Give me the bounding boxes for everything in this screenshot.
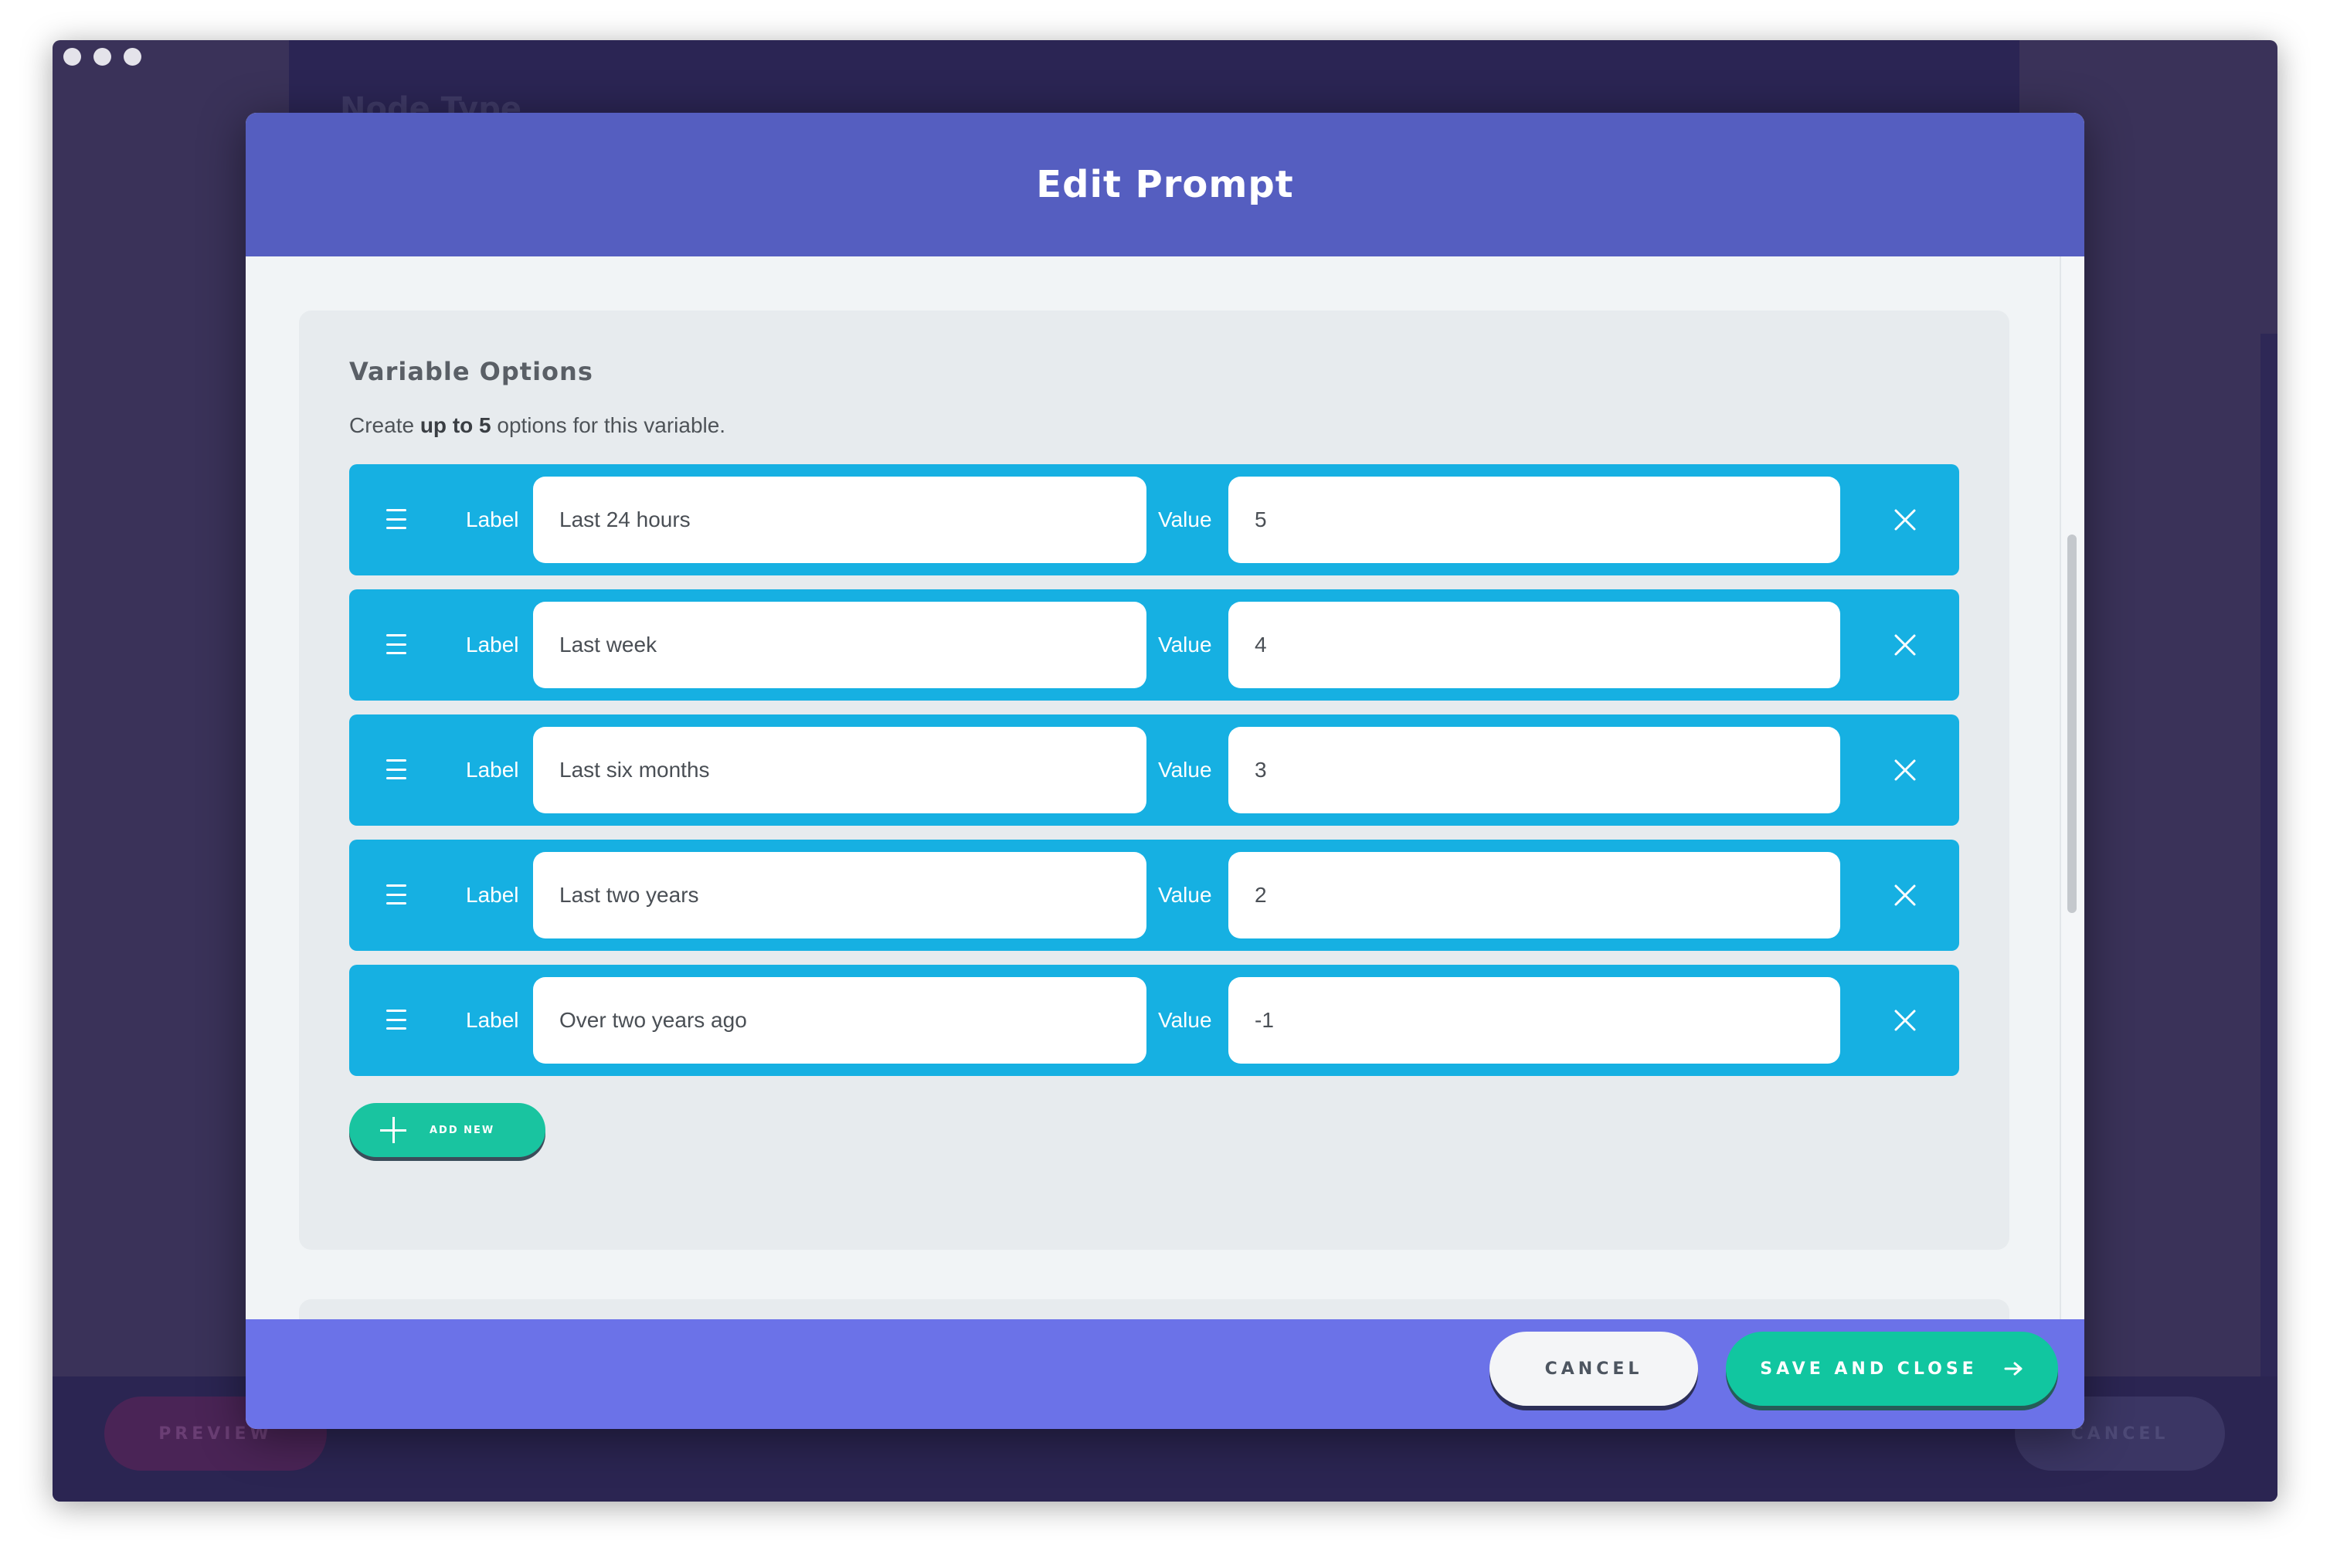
- drag-handle-icon[interactable]: [386, 1010, 406, 1030]
- background-side-strip: [2260, 334, 2277, 1376]
- label-input[interactable]: Last 24 hours: [533, 477, 1146, 563]
- label-caption: Label: [466, 633, 519, 657]
- value-caption: Value: [1158, 633, 1212, 657]
- drag-handle-icon[interactable]: [386, 884, 406, 904]
- cancel-label: CANCEL: [1544, 1359, 1643, 1379]
- value-input[interactable]: 3: [1228, 727, 1840, 813]
- option-row: Label Last two years Value 2: [349, 840, 1959, 951]
- label-input[interactable]: Last six months: [533, 727, 1146, 813]
- modal-header: Edit Prompt: [246, 113, 2084, 256]
- close-window-dot[interactable]: [63, 48, 81, 66]
- drag-handle-icon[interactable]: [386, 759, 406, 779]
- value-caption: Value: [1158, 1008, 1212, 1032]
- value-input[interactable]: 2: [1228, 852, 1840, 938]
- label-caption: Label: [466, 758, 519, 782]
- close-icon[interactable]: [1893, 883, 1917, 908]
- section-description: Create up to 5 options for this variable…: [349, 413, 726, 437]
- plus-icon: [380, 1117, 406, 1143]
- modal-footer: CANCEL SAVE AND CLOSE: [246, 1319, 2084, 1429]
- modal-title: Edit Prompt: [1036, 163, 1294, 206]
- close-icon[interactable]: [1893, 758, 1917, 782]
- label-caption: Label: [466, 883, 519, 907]
- scrollbar-thumb[interactable]: [2067, 535, 2077, 913]
- value-caption: Value: [1158, 758, 1212, 782]
- add-new-button[interactable]: ADD NEW: [349, 1103, 545, 1157]
- value-input[interactable]: 4: [1228, 602, 1840, 688]
- cancel-button[interactable]: CANCEL: [1489, 1332, 1698, 1406]
- drag-handle-icon[interactable]: [386, 509, 406, 529]
- option-row: Label Last 24 hours Value 5: [349, 464, 1959, 575]
- label-input[interactable]: Over two years ago: [533, 977, 1146, 1064]
- value-caption: Value: [1158, 883, 1212, 907]
- drag-handle-icon[interactable]: [386, 634, 406, 654]
- window-controls: [63, 48, 141, 66]
- option-row: Label Over two years ago Value -1: [349, 965, 1959, 1076]
- minimize-window-dot[interactable]: [93, 48, 111, 66]
- label-input[interactable]: Last week: [533, 602, 1146, 688]
- arrow-right-icon: [2004, 1362, 2023, 1376]
- save-and-close-button[interactable]: SAVE AND CLOSE: [1726, 1332, 2058, 1406]
- option-row: Label Last six months Value 3: [349, 714, 1959, 826]
- section-title: Variable Options: [349, 357, 593, 386]
- label-input[interactable]: Last two years: [533, 852, 1146, 938]
- option-row: Label Last week Value 4: [349, 589, 1959, 701]
- maximize-window-dot[interactable]: [124, 48, 141, 66]
- add-new-label: ADD NEW: [430, 1124, 495, 1136]
- label-caption: Label: [466, 507, 519, 531]
- value-caption: Value: [1158, 507, 1212, 531]
- edit-prompt-modal: Edit Prompt Variable Options Create up t…: [246, 113, 2084, 1429]
- next-section-card: [299, 1299, 2009, 1319]
- label-caption: Label: [466, 1008, 519, 1032]
- modal-body: Variable Options Create up to 5 options …: [246, 256, 2084, 1319]
- value-input[interactable]: -1: [1228, 977, 1840, 1064]
- close-icon[interactable]: [1893, 1008, 1917, 1033]
- close-icon[interactable]: [1893, 507, 1917, 532]
- variable-options-card: Variable Options Create up to 5 options …: [299, 311, 2009, 1250]
- save-label: SAVE AND CLOSE: [1760, 1359, 1978, 1379]
- close-icon[interactable]: [1893, 633, 1917, 657]
- options-list: Label Last 24 hours Value 5 Label Last w…: [349, 464, 1959, 1090]
- value-input[interactable]: 5: [1228, 477, 1840, 563]
